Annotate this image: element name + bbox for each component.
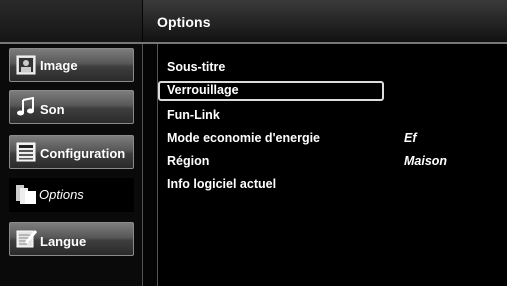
sidebar-item-label: Options xyxy=(39,187,84,202)
menu-item-region[interactable]: Région xyxy=(158,152,384,172)
menu-item-label: Fun-Link xyxy=(167,108,220,122)
image-icon xyxy=(16,55,36,75)
sidebar-item-label: Image xyxy=(40,58,78,73)
region-value: Maison xyxy=(404,154,448,168)
options-cards-icon xyxy=(15,184,36,204)
options-menu: Sous-titre Verrouillage Fun-Link Mode ec… xyxy=(158,44,507,286)
menu-item-verrouillage[interactable]: Verrouillage xyxy=(158,81,384,101)
sidebar-item-son[interactable]: Son xyxy=(9,90,134,124)
sidebar-item-langue[interactable]: Langue xyxy=(9,222,134,256)
menu-item-label: Sous-titre xyxy=(167,60,226,74)
tv-menu-screen: Options Image Son Configuration Options … xyxy=(0,0,507,286)
sidebar-item-image[interactable]: Image xyxy=(9,48,134,82)
sidebar-item-options[interactable]: Options xyxy=(9,178,134,212)
menu-item-sous-titre[interactable]: Sous-titre xyxy=(158,58,384,78)
sidebar: Image Son Configuration Options Langue xyxy=(0,44,142,286)
language-pencil-icon xyxy=(16,229,38,249)
sidebar-item-label: Son xyxy=(40,102,65,117)
menu-item-label: Région xyxy=(167,154,210,168)
menu-item-label: Info logiciel actuel xyxy=(167,177,277,191)
sidebar-divider xyxy=(142,44,143,286)
music-note-icon xyxy=(16,96,36,117)
sidebar-item-label: Langue xyxy=(40,234,87,249)
settings-list-icon xyxy=(16,142,36,162)
menu-item-mode-economie[interactable]: Mode economie d'energie xyxy=(158,129,384,149)
sidebar-item-configuration[interactable]: Configuration xyxy=(9,135,134,169)
header-bar: Options xyxy=(143,0,507,42)
sidebar-item-label: Configuration xyxy=(40,146,126,161)
menu-item-fun-link[interactable]: Fun-Link xyxy=(158,106,384,126)
menu-item-info-logiciel[interactable]: Info logiciel actuel xyxy=(158,175,384,195)
header-left-block xyxy=(0,0,142,42)
mode-economie-value: Ef xyxy=(404,131,417,145)
menu-item-label: Mode economie d'energie xyxy=(167,131,321,145)
menu-item-label: Verrouillage xyxy=(167,83,239,97)
page-title: Options xyxy=(157,14,211,30)
